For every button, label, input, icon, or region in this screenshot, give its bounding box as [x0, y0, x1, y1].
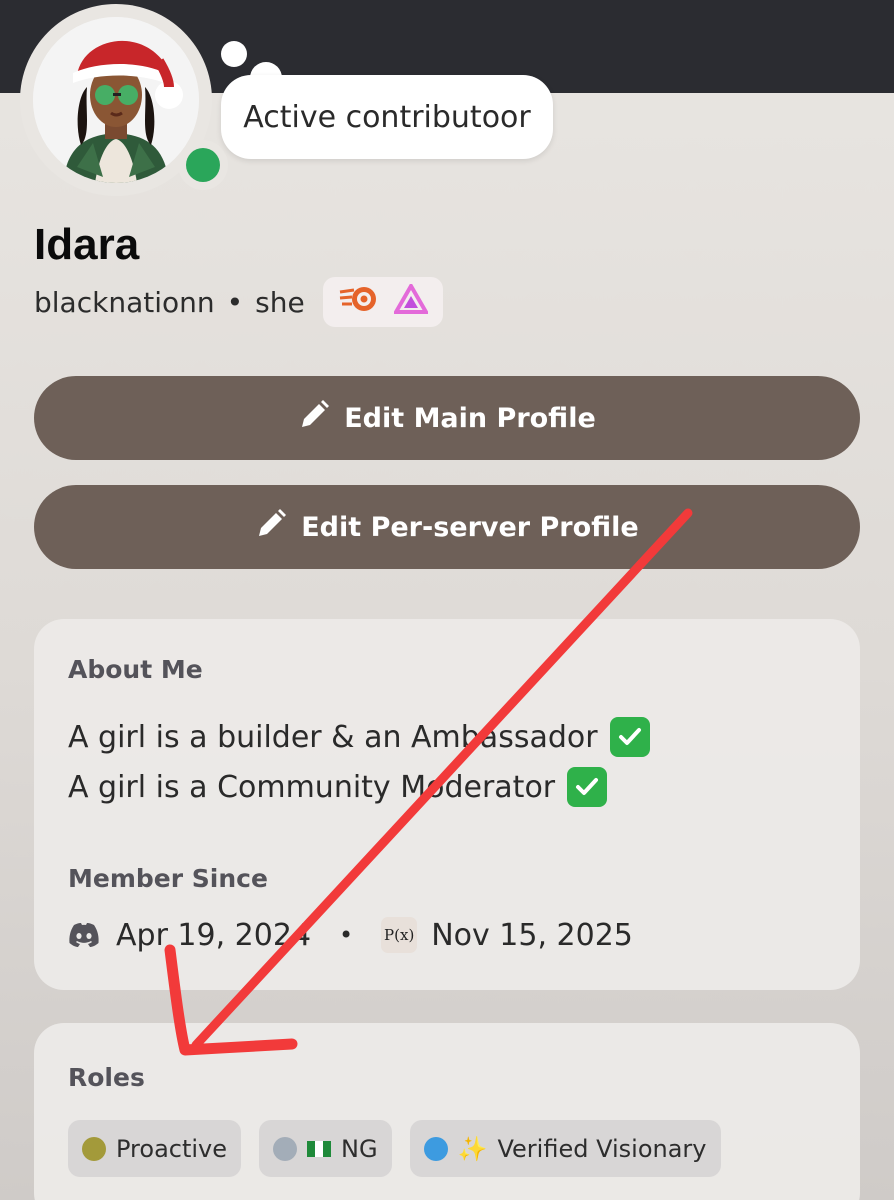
display-name: Idara	[34, 220, 140, 269]
role-label: Proactive	[116, 1134, 228, 1163]
role-chip-proactive[interactable]: Proactive	[68, 1120, 242, 1177]
roles-heading: Roles	[68, 1063, 145, 1092]
server-join-date: Nov 15, 2025	[431, 917, 633, 953]
member-since-heading: Member Since	[68, 864, 268, 893]
role-label: NG	[341, 1134, 378, 1163]
about-card: About Me A girl is a builder & an Ambass…	[34, 619, 860, 990]
role-chip-verified-visionary[interactable]: ✨ Verified Visionary	[409, 1120, 721, 1177]
about-line: A girl is a builder & an Ambassador	[68, 717, 650, 757]
pencil-icon	[298, 399, 330, 438]
avatar-image	[33, 17, 199, 183]
avatar[interactable]	[20, 4, 228, 196]
role-chip-ng[interactable]: NG	[259, 1120, 392, 1177]
roles-card: Roles Proactive NG ✨ Verified Visionary	[34, 1023, 860, 1200]
pencil-icon	[255, 508, 287, 547]
edit-per-server-profile-label: Edit Per-server Profile	[301, 511, 639, 543]
member-since-row: Apr 19, 2024 • P(x) Nov 15, 2025	[68, 913, 633, 957]
username-line: blacknationn • she	[34, 277, 443, 327]
role-color-dot	[423, 1136, 448, 1161]
custom-status-text: Active contributoor	[243, 99, 531, 135]
discord-join-date: Apr 19, 2024	[116, 917, 312, 953]
about-me-heading: About Me	[68, 655, 203, 684]
role-label: Verified Visionary	[497, 1134, 707, 1163]
discord-logo-icon	[68, 922, 100, 948]
check-mark-icon	[609, 717, 650, 757]
about-line-text: A girl is a Community Moderator	[68, 769, 556, 805]
edit-main-profile-label: Edit Main Profile	[344, 402, 596, 434]
about-line-text: A girl is a builder & an Ambassador	[68, 719, 598, 755]
online-status-dot	[186, 148, 220, 182]
pink-triangle-badge-icon[interactable]	[392, 281, 430, 321]
profile-badges	[322, 277, 443, 327]
about-line: A girl is a Community Moderator	[68, 767, 608, 807]
role-color-dot	[273, 1136, 298, 1161]
server-icon: P(x)	[381, 917, 418, 953]
check-mark-icon	[567, 767, 608, 807]
username-separator: •	[226, 285, 244, 319]
nigeria-flag-icon	[307, 1140, 332, 1157]
sparkles-icon: ✨	[457, 1134, 488, 1163]
orange-swirl-badge-icon[interactable]	[338, 284, 378, 321]
username: blacknationn	[34, 285, 215, 319]
role-color-dot	[82, 1136, 106, 1161]
roles-list: Proactive NG ✨ Verified Visionary	[68, 1120, 721, 1177]
edit-main-profile-button[interactable]: Edit Main Profile	[34, 376, 860, 460]
member-since-separator: •	[339, 921, 354, 949]
edit-per-server-profile-button[interactable]: Edit Per-server Profile	[34, 485, 860, 569]
status-bubble-tail-small	[221, 41, 247, 67]
online-status-indicator	[178, 140, 228, 190]
pronouns: she	[255, 285, 305, 319]
custom-status-bubble[interactable]: Active contributoor	[221, 75, 553, 159]
